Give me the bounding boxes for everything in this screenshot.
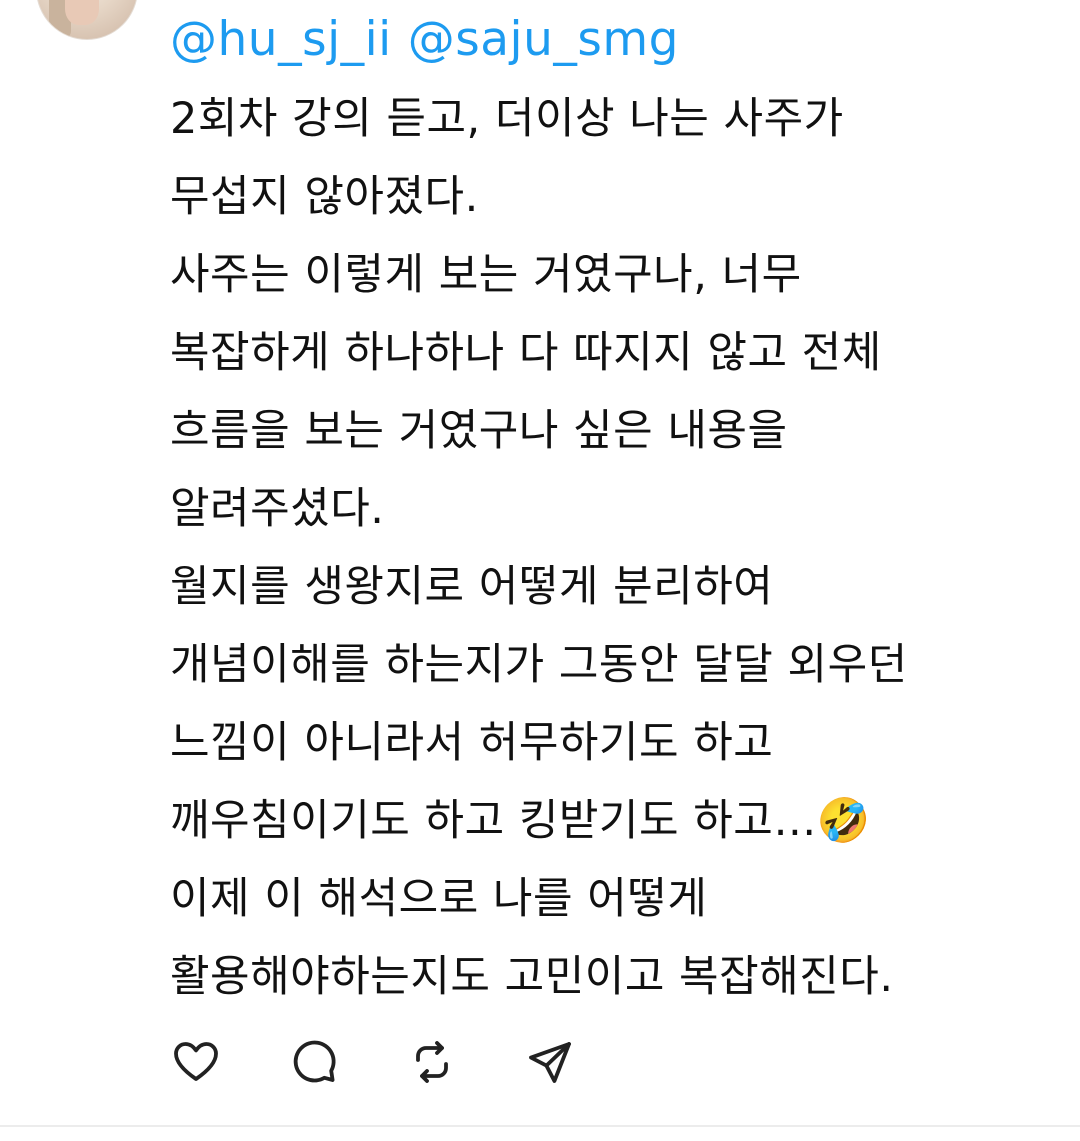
post-text-line: 무섭지 않아졌다.: [170, 172, 479, 222]
repost-icon: [416, 1041, 448, 1083]
repost-button[interactable]: [406, 1036, 458, 1088]
post-text-line: 사주는 이렇게 보는 거였구나, 너무: [170, 250, 802, 300]
post-text-line: 복잡하게 하나하나 다 따지지 않고 전체: [170, 328, 882, 378]
post-text-line: 깨우침이기도 하고 킹받기도 하고…🤣: [170, 796, 871, 846]
avatar-face: [65, 0, 99, 25]
mentions: @hu_sj_ii @saju_smg: [170, 10, 679, 70]
send-icon: [529, 1042, 571, 1083]
reply-button[interactable]: [288, 1036, 340, 1088]
post-text-line: 흐름을 보는 거였구나 싶은 내용을: [170, 406, 788, 456]
post-text-line: 활용해야하는지도 고민이고 복잡해진다.: [170, 952, 894, 1002]
avatar[interactable]: [36, 0, 138, 40]
like-button[interactable]: [170, 1036, 222, 1088]
divider: [0, 1125, 1080, 1127]
mention-link[interactable]: @hu_sj_ii: [170, 12, 392, 67]
post-text-line: 월지를 생왕지로 어떻게 분리하여: [170, 562, 774, 612]
post-body: 2회차 강의 듣고, 더이상 나는 사주가 무섭지 않아졌다. 사주는 이렇게 …: [170, 80, 1050, 1016]
speech-bubble-icon: [293, 1040, 336, 1083]
post-text-line: 느낌이 아니라서 허무하기도 하고: [170, 718, 774, 768]
post-text-line: 2회차 강의 듣고, 더이상 나는 사주가: [170, 94, 844, 144]
heart-icon: [174, 1042, 218, 1081]
post-text-line: 알려주셨다.: [170, 484, 385, 534]
mention-link[interactable]: @saju_smg: [408, 12, 679, 67]
action-bar: [170, 1036, 642, 1088]
post-text-line: 이제 이 해석으로 나를 어떻게: [170, 874, 708, 924]
share-button[interactable]: [524, 1036, 576, 1088]
post-text-line: 개념이해를 하는지가 그동안 달달 외우던: [170, 640, 908, 690]
